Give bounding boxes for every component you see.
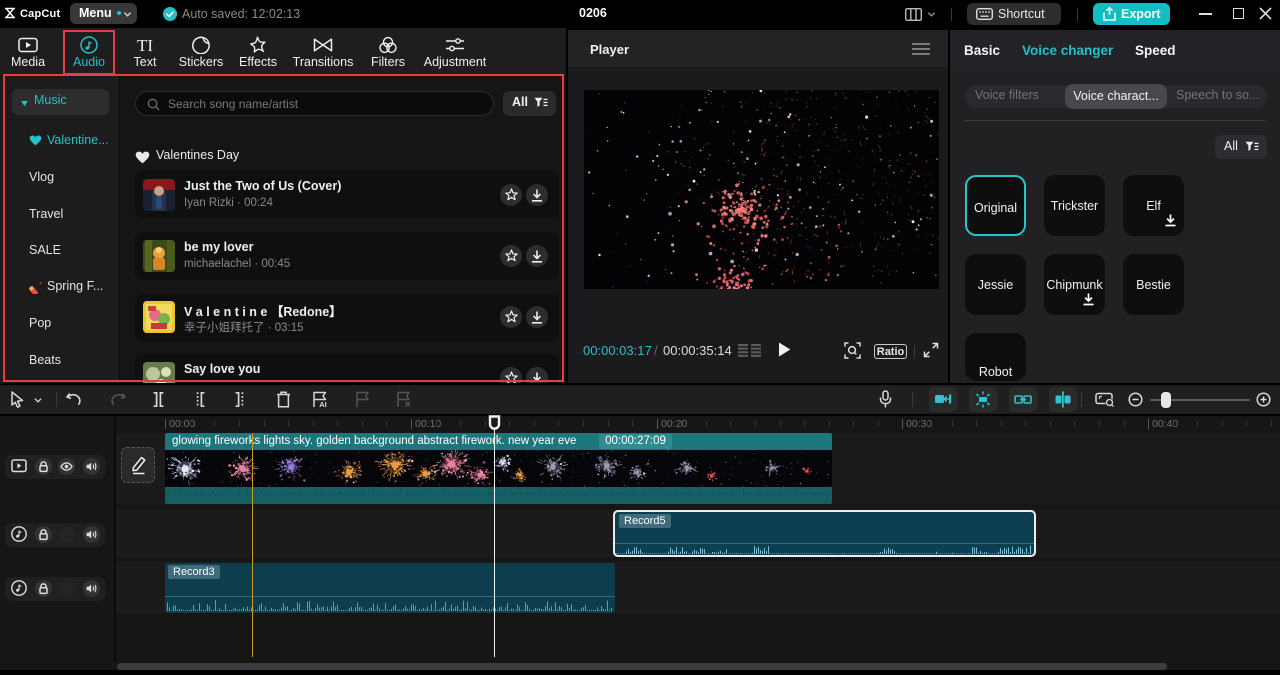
svg-text:AI: AI	[319, 400, 327, 408]
svg-text:TI: TI	[137, 36, 153, 54]
